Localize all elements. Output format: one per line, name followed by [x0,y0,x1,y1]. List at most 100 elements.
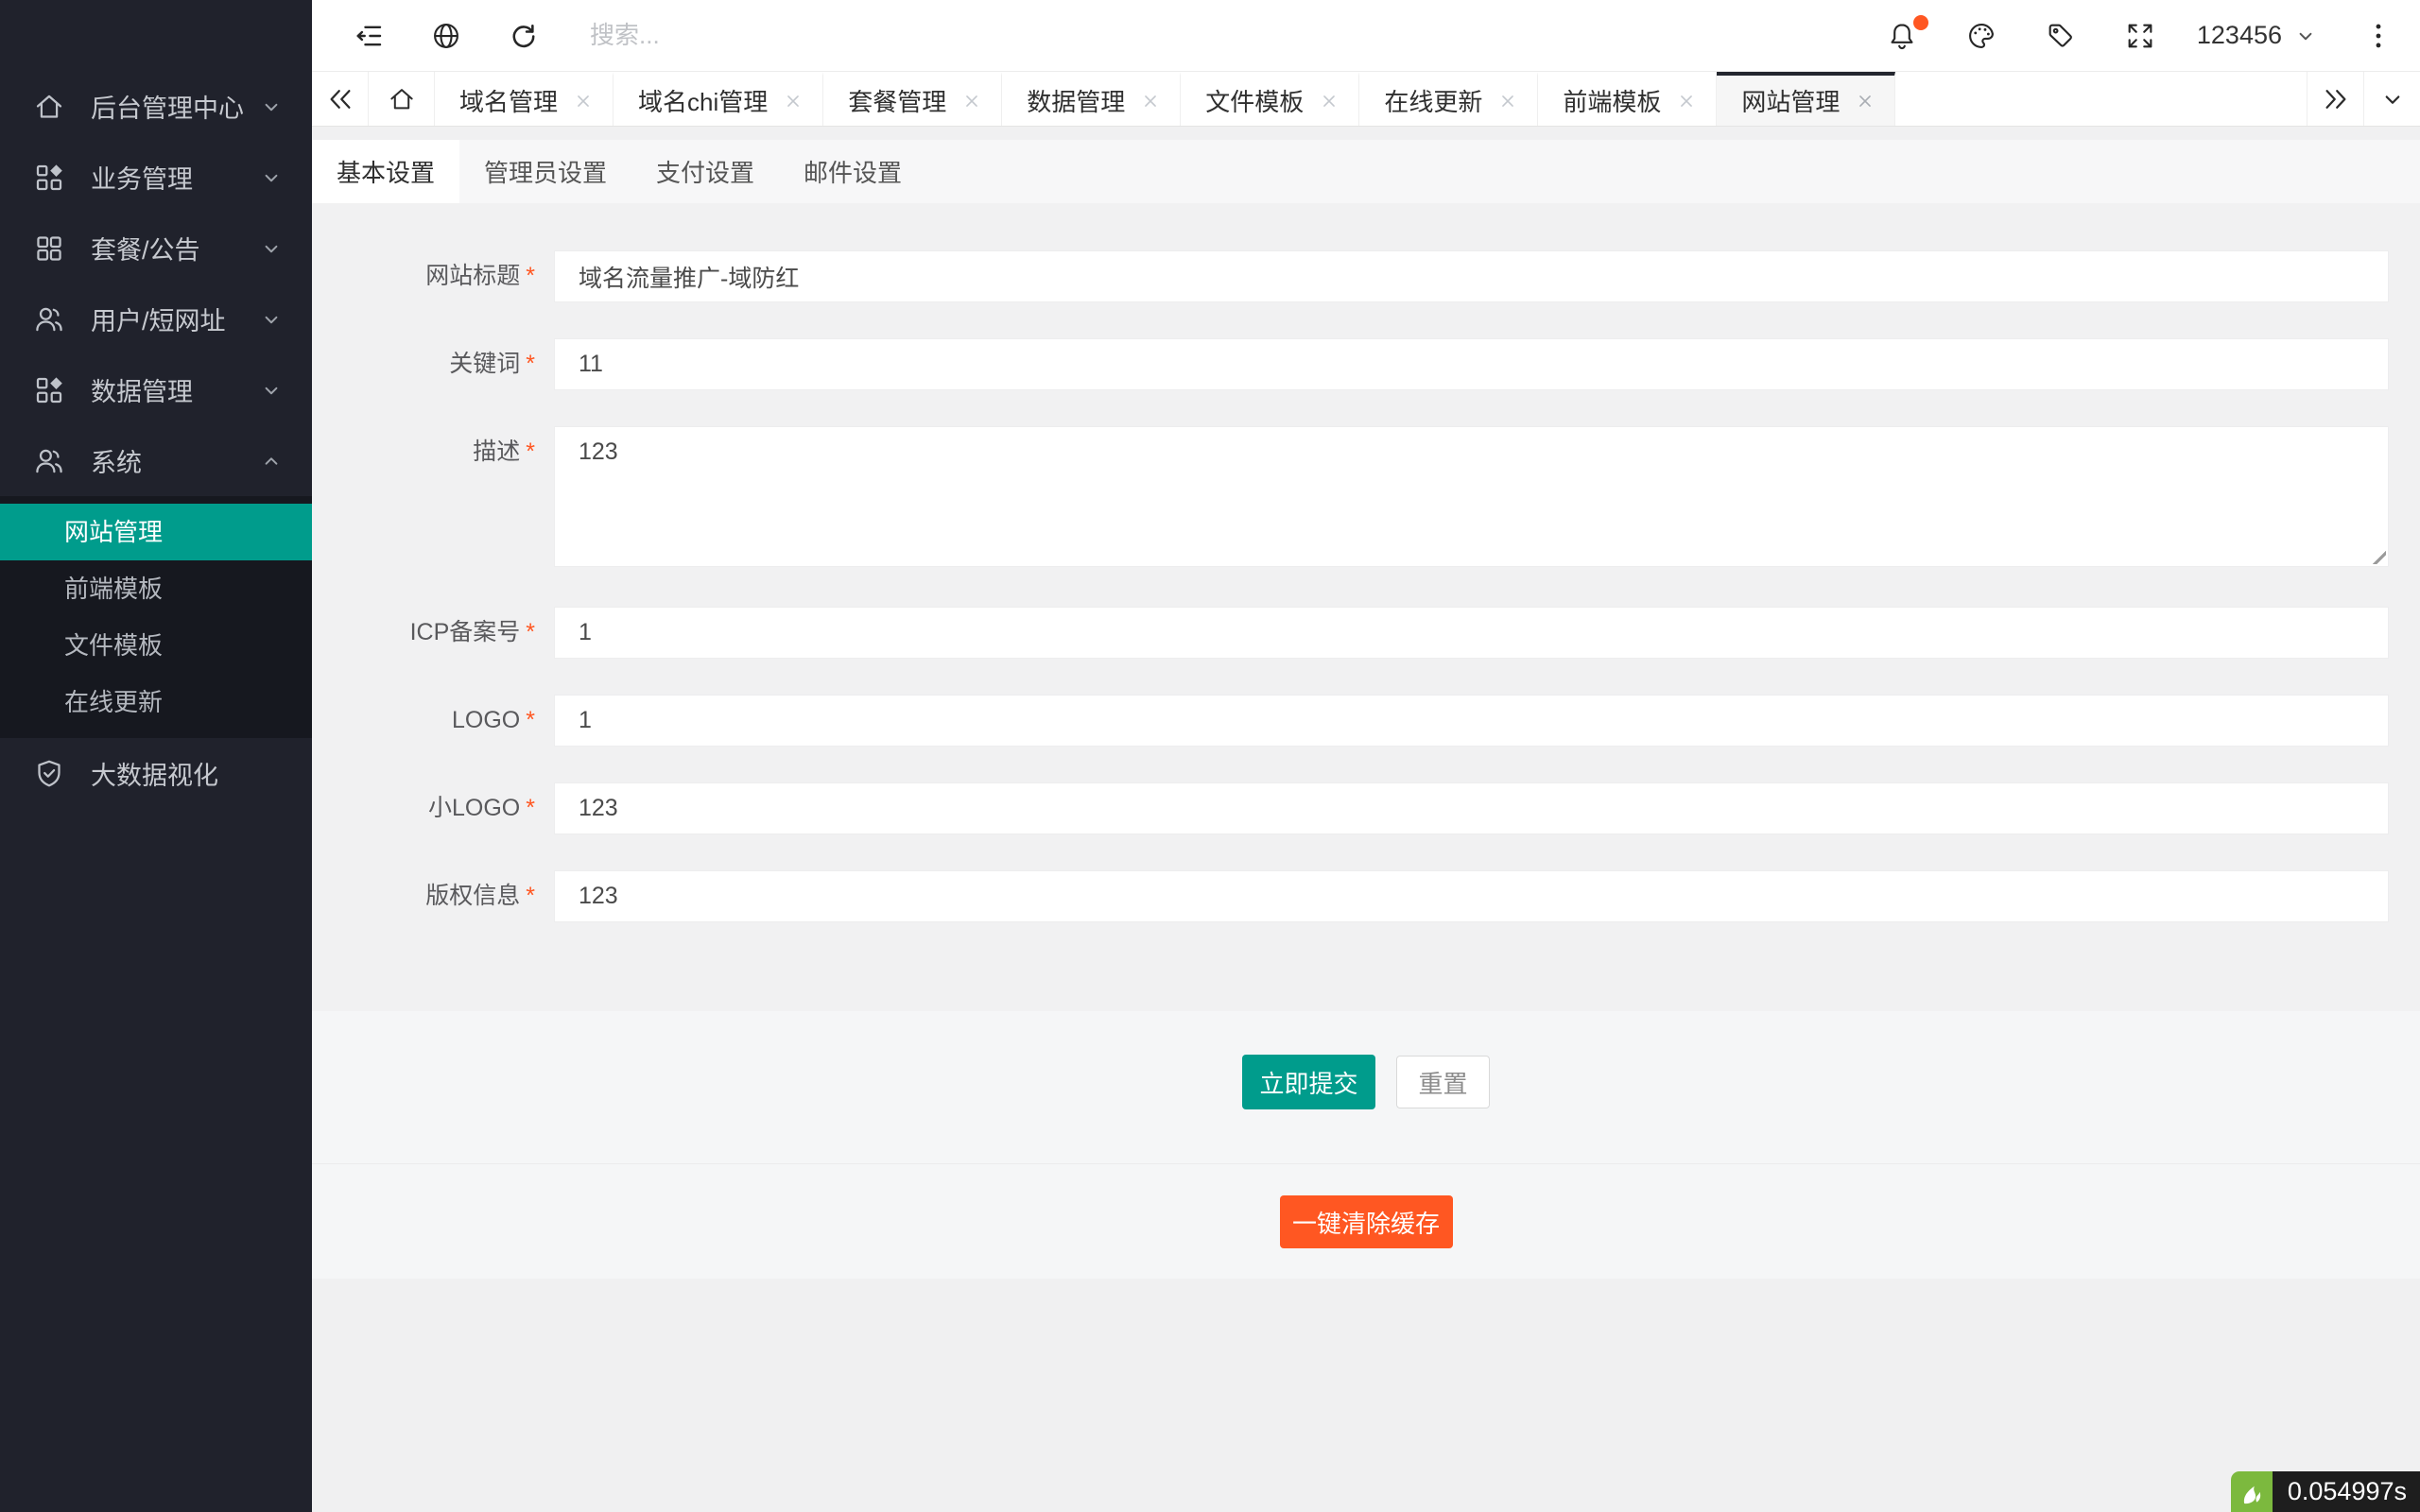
chevron-down-icon [259,307,284,332]
required-marker: * [526,438,535,465]
sidebar-menu: 后台管理中心 业务管理 套餐/公告 用户/短网址 数据管理 系统 [0,0,312,809]
search-box [590,21,930,50]
sidebar-item-frontend-template[interactable]: 前端模板 [0,560,312,617]
tab-email-settings[interactable]: 邮件设置 [779,140,926,203]
tab-package-management[interactable]: 套餐管理 [823,72,1002,126]
close-icon[interactable] [961,91,982,112]
tab-label: 前端模板 [1563,83,1661,118]
tab-frontend-template[interactable]: 前端模板 [1538,72,1717,126]
cache-section: 一键清除缓存 [312,1163,2420,1279]
form-actions: 立即提交 重置 [312,1011,2420,1163]
tag-icon[interactable] [2042,17,2080,55]
sidebar-item-business[interactable]: 业务管理 [0,142,312,213]
sidebar-item-file-template[interactable]: 文件模板 [0,617,312,674]
collapse-menu-icon[interactable] [350,17,388,55]
tab-domain-management[interactable]: 域名管理 [435,72,614,126]
topbar: 123456 [312,0,2420,72]
tab-label: 套餐管理 [848,83,946,118]
sidebar-item-label: 后台管理中心 [91,88,259,125]
tab-strip: 域名管理 域名chi管理 套餐管理 数据管理 文件模板 在线更新 前端模板 网 [312,72,2420,127]
tab-data-management[interactable]: 数据管理 [1002,72,1181,126]
chevron-down-icon [2293,24,2318,48]
trace-badge: 0.054997s [2231,1471,2420,1512]
settings-card: 基本设置 管理员设置 支付设置 邮件设置 网站标题* 关键词* 描述* [312,140,2420,1011]
close-icon[interactable] [1140,91,1161,112]
tab-file-template[interactable]: 文件模板 [1181,72,1359,126]
home-tab-icon[interactable] [369,72,435,126]
field-label: 版权信息 [425,883,520,909]
form-row-description: 描述* 123 [312,426,2389,567]
sidebar-item-packages[interactable]: 套餐/公告 [0,213,312,284]
keywords-input[interactable] [554,338,2389,390]
content-area: 基本设置 管理员设置 支付设置 邮件设置 网站标题* 关键词* 描述* [312,140,2420,1279]
small-logo-input[interactable] [554,782,2389,834]
home-icon [32,90,66,124]
field-label: ICP备案号 [410,619,521,645]
tab-actions-dropdown-icon[interactable] [2363,72,2420,126]
required-marker: * [526,883,535,909]
required-marker: * [526,351,535,377]
field-label: 描述 [473,438,520,465]
form-row-icp: ICP备案号* [312,607,2389,659]
scroll-tabs-left-icon[interactable] [312,72,369,126]
form-row-logo: LOGO* [312,695,2389,747]
tab-domain-chi-management[interactable]: 域名chi管理 [614,72,823,126]
close-icon[interactable] [1497,91,1518,112]
search-input[interactable] [590,21,930,50]
tab-online-update[interactable]: 在线更新 [1359,72,1538,126]
thinkphp-logo-icon[interactable] [2231,1471,2273,1512]
reset-button[interactable]: 重置 [1396,1056,1490,1108]
tab-site-management[interactable]: 网站管理 [1717,72,1895,126]
shield-check-icon [32,757,66,791]
clear-cache-button[interactable]: 一键清除缓存 [1280,1195,1453,1248]
close-icon[interactable] [573,91,594,112]
sidebar-item-admin-center[interactable]: 后台管理中心 [0,71,312,142]
submit-button[interactable]: 立即提交 [1242,1055,1375,1109]
required-marker: * [526,263,535,289]
tab-strip-right-controls [2307,72,2420,126]
description-textarea[interactable]: 123 [554,426,2389,567]
tab-basic-settings[interactable]: 基本设置 [312,140,459,203]
close-icon[interactable] [1319,91,1340,112]
sidebar-item-bigdata-visualization[interactable]: 大数据视化 [0,738,312,809]
sidebar-item-online-update[interactable]: 在线更新 [0,674,312,730]
sidebar-item-data[interactable]: 数据管理 [0,354,312,425]
users-icon [32,302,66,336]
site-title-input[interactable] [554,250,2389,302]
sidebar: 后台管理中心 业务管理 套餐/公告 用户/短网址 数据管理 系统 [0,0,312,1512]
tab-admin-settings[interactable]: 管理员设置 [459,140,631,203]
sidebar-item-users[interactable]: 用户/短网址 [0,284,312,354]
tab-label: 文件模板 [1205,83,1304,118]
field-label: 网站标题 [425,263,520,289]
tab-label: 域名管理 [459,83,558,118]
field-label: 关键词 [449,351,520,377]
main-area: 123456 域名管理 域名chi管理 套餐管理 数据管理 文件模板 [312,0,2420,1512]
logo-input[interactable] [554,695,2389,747]
icp-number-input[interactable] [554,607,2389,659]
tab-payment-settings[interactable]: 支付设置 [631,140,779,203]
user-menu[interactable]: 123456 [2197,21,2318,50]
fullscreen-icon[interactable] [2121,17,2159,55]
close-icon[interactable] [783,91,804,112]
more-options-icon[interactable] [2360,17,2397,55]
copyright-input[interactable] [554,870,2389,922]
form-row-site-title: 网站标题* [312,250,2389,302]
scroll-tabs-right-icon[interactable] [2307,72,2363,126]
close-icon[interactable] [1855,91,1876,112]
globe-icon[interactable] [427,17,465,55]
sidebar-item-system[interactable]: 系统 [0,425,312,496]
users-icon [32,444,66,478]
theme-palette-icon[interactable] [1962,17,2000,55]
close-icon[interactable] [1676,91,1697,112]
chevron-down-icon [259,236,284,261]
sidebar-item-site-management[interactable]: 网站管理 [0,504,312,560]
required-marker: * [526,619,535,645]
settings-tabs: 基本设置 管理员设置 支付设置 邮件设置 [312,140,2420,203]
username: 123456 [2197,21,2282,50]
tab-label: 在线更新 [1384,83,1482,118]
notifications-bell-icon[interactable] [1883,17,1921,55]
apps-icon [32,161,66,195]
sidebar-item-label: 业务管理 [91,159,259,196]
tab-label: 数据管理 [1027,83,1125,118]
refresh-icon[interactable] [505,17,543,55]
